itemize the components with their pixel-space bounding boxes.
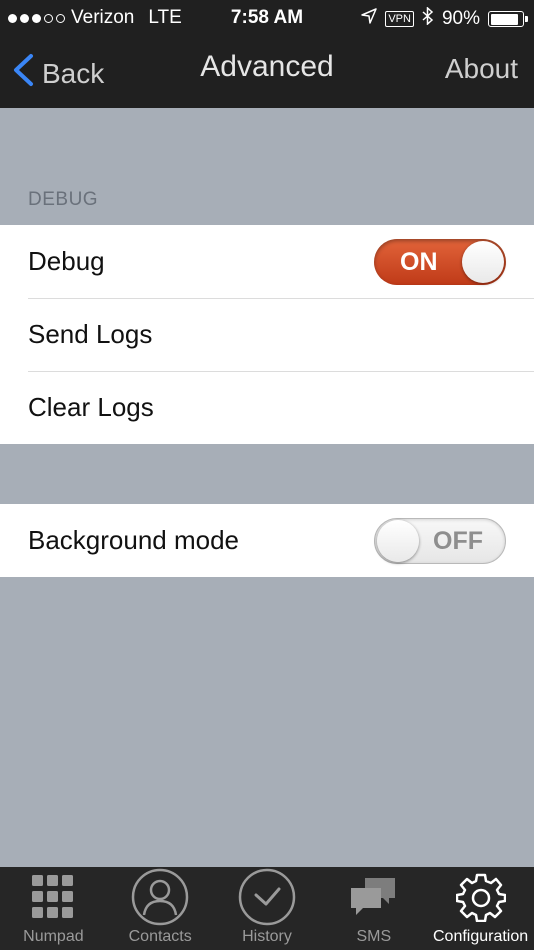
battery-percent: 90% [441,8,480,29]
navigation-bar: Back Advanced About [0,36,534,108]
tab-numpad[interactable]: Numpad [0,867,107,950]
background-mode-row: Background mode OFF [0,504,534,577]
background-group: Background mode OFF [0,504,534,577]
tab-label: Contacts [128,928,192,945]
clear-logs-row[interactable]: Clear Logs [0,371,534,444]
tab-label: SMS [356,928,392,945]
toggle-off-label: OFF [433,527,483,555]
tab-bar: Numpad Contacts History SMS Configuratio… [0,867,534,950]
location-icon [361,8,378,30]
history-icon [237,867,297,927]
tab-label: Numpad [23,928,84,945]
tab-sms[interactable]: SMS [320,867,427,950]
tab-history[interactable]: History [214,867,321,950]
bluetooth-icon [422,6,434,31]
debug-group: Debug ON Send Logs Clear Logs [0,225,534,444]
background-mode-toggle[interactable]: OFF [374,518,506,564]
vpn-badge: VPN [385,11,414,27]
battery-icon [488,11,528,27]
debug-label: Debug [28,246,105,276]
status-bar: Verizon LTE 7:58 AM VPN 90% [0,0,534,36]
toggle-knob [462,241,504,283]
toggle-knob [377,520,419,562]
clear-logs-label: Clear Logs [28,392,154,422]
send-logs-label: Send Logs [28,319,153,349]
tab-configuration[interactable]: Configuration [427,867,534,950]
about-button[interactable]: About [445,53,518,85]
section-header-debug: DEBUG [28,189,99,210]
debug-toggle[interactable]: ON [374,239,506,285]
send-logs-row[interactable]: Send Logs [0,298,534,371]
background-mode-label: Background mode [28,525,240,555]
debug-row: Debug ON [0,225,534,298]
contacts-icon [130,867,190,927]
gear-icon [455,867,506,927]
tab-label: History [242,928,292,945]
tab-contacts[interactable]: Contacts [107,867,214,950]
numpad-icon [31,867,75,927]
tab-label: Configuration [432,928,529,945]
toggle-on-label: ON [400,248,438,276]
sms-icon [349,867,399,927]
